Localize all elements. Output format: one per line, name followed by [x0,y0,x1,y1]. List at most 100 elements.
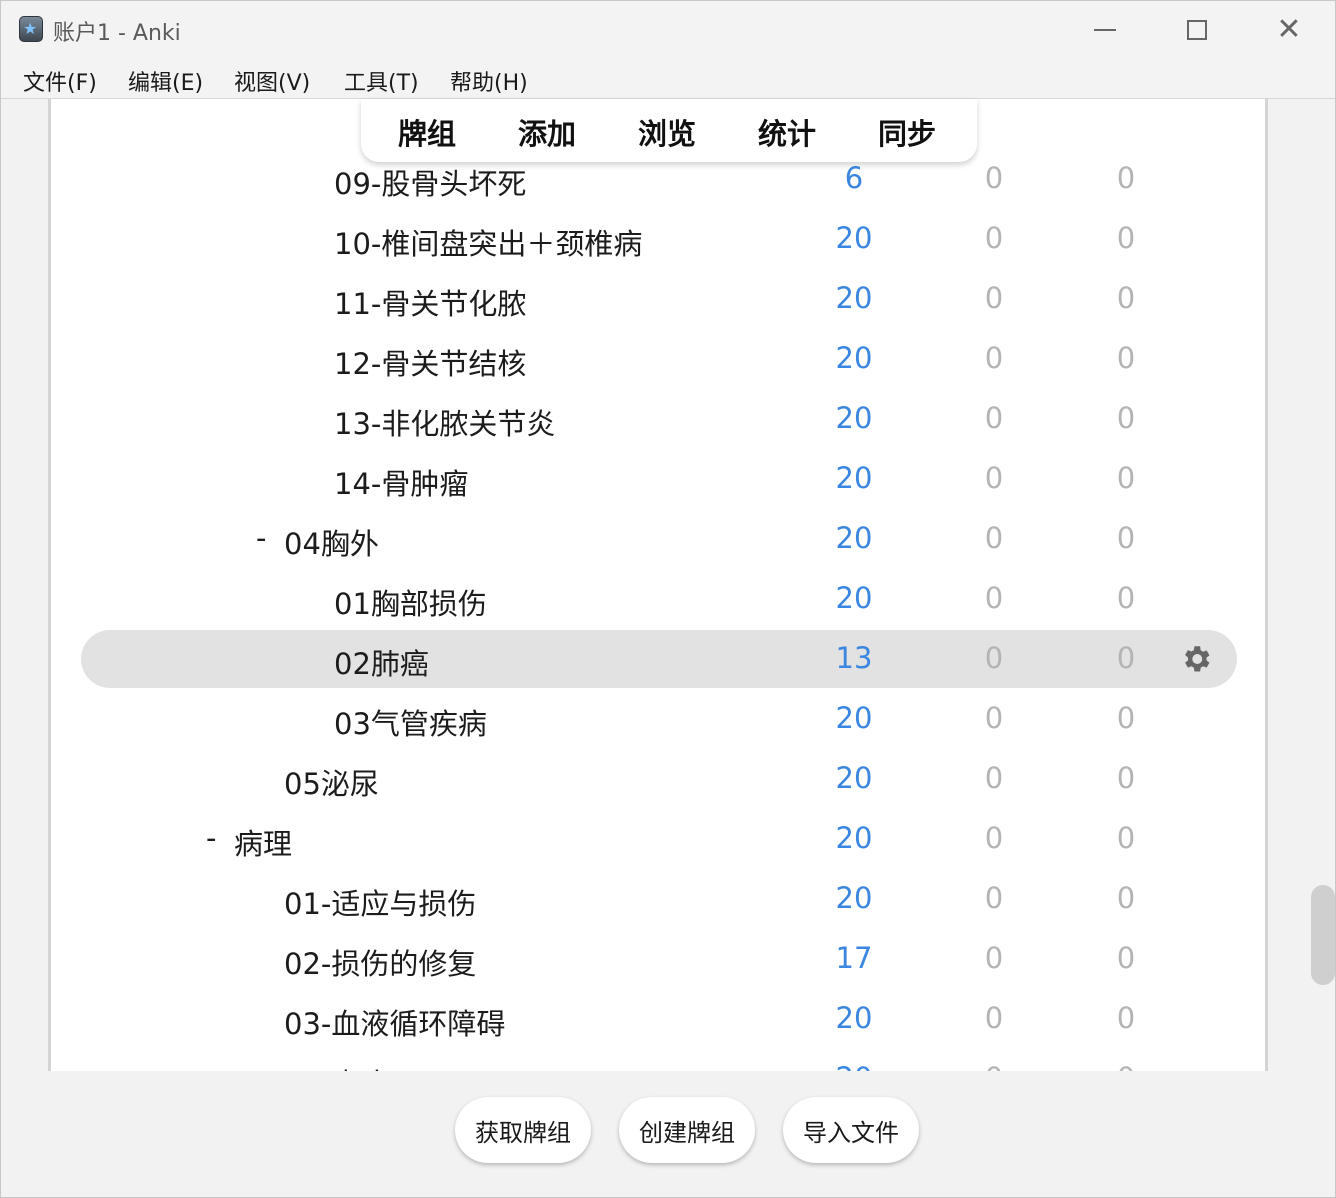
due-count: 0 [1116,341,1136,375]
new-count: 20 [835,401,873,435]
anki-app-icon: ★ [19,16,43,42]
scrollbar-thumb[interactable] [1311,885,1335,985]
toolbar-stats[interactable]: 统计 [758,111,816,153]
deck-name-link[interactable]: 02肺癌 [334,641,429,683]
new-count: 20 [835,521,873,555]
deck-row[interactable]: 04-炎症 20 0 0 [51,1049,1265,1071]
collapse-toggle[interactable]: - [206,821,216,855]
deck-row[interactable]: -04胸外 20 0 0 [51,509,1265,569]
minimize-icon [1094,29,1116,31]
new-count: 6 [844,161,864,195]
close-button[interactable]: ✕ [1243,1,1335,59]
menu-bar: 文件(F) 编辑(E) 视图(V) 工具(T) 帮助(H) [1,59,1335,99]
menu-help[interactable]: 帮助(H) [450,65,528,97]
bottom-bar: 获取牌组 创建牌组 导入文件 [1,1071,1335,1197]
new-count: 20 [835,341,873,375]
new-count: 20 [835,881,873,915]
learn-count: 0 [984,281,1004,315]
maximize-button[interactable] [1151,1,1243,59]
deck-name-link[interactable]: 01胸部损伤 [334,581,487,623]
due-count: 0 [1116,761,1136,795]
learn-count: 0 [984,581,1004,615]
current-deck-highlight [81,630,1237,688]
collapse-toggle[interactable]: - [256,521,266,555]
deck-row[interactable]: 14-骨肿瘤 20 0 0 [51,449,1265,509]
deck-name-link[interactable]: 13-非化脓关节炎 [334,401,555,443]
deck-row[interactable]: 02-损伤的修复 17 0 0 [51,929,1265,989]
new-count: 20 [835,701,873,735]
due-count: 0 [1116,941,1136,975]
due-count: 0 [1116,701,1136,735]
menu-view[interactable]: 视图(V) [234,65,310,97]
deck-name-link[interactable]: 10-椎间盘突出＋颈椎病 [334,221,642,263]
close-icon: ✕ [1276,12,1302,47]
window-title: 账户1 - Anki [53,21,181,46]
deck-name-link[interactable]: 05泌尿 [284,761,379,803]
deck-row[interactable]: 01-适应与损伤 20 0 0 [51,869,1265,929]
new-count: 20 [835,221,873,255]
gear-icon[interactable] [1179,642,1213,676]
due-count: 0 [1116,881,1136,915]
due-count: 0 [1116,281,1136,315]
deck-name-link[interactable]: 01-适应与损伤 [284,881,476,923]
deck-name-link[interactable]: 病理 [234,821,292,863]
deck-name-link[interactable]: 12-骨关节结核 [334,341,526,383]
learn-count: 0 [984,761,1004,795]
deck-name-link[interactable]: 04-炎症 [284,1061,389,1071]
create-deck-button[interactable]: 创建牌组 [619,1097,755,1163]
anki-window: ★ 账户1 - Anki ✕ 文件(F) 编辑(E) 视图(V) 工具(T) 帮… [0,0,1336,1198]
learn-count: 0 [984,821,1004,855]
deck-name-link[interactable]: 14-骨肿瘤 [334,461,468,503]
due-count: 0 [1116,461,1136,495]
learn-count: 0 [954,1061,1034,1071]
menu-tools[interactable]: 工具(T) [344,65,419,97]
new-count: 20 [835,581,873,615]
due-count: 0 [1116,221,1136,255]
deck-row[interactable]: 05泌尿 20 0 0 [51,749,1265,809]
due-count: 0 [1116,641,1136,675]
learn-count: 0 [984,701,1004,735]
learn-count: 0 [984,161,1004,195]
learn-count: 0 [984,341,1004,375]
title-bar[interactable]: ★ 账户1 - Anki ✕ [1,1,1335,59]
deck-name-link[interactable]: 03气管疾病 [334,701,487,743]
maximize-icon [1187,20,1207,40]
deck-row-current[interactable]: 02肺癌 13 0 0 [51,629,1265,689]
due-count: 0 [1116,1001,1136,1035]
menu-file[interactable]: 文件(F) [23,65,97,97]
due-count: 0 [1116,521,1136,555]
deck-name-link[interactable]: 03-血液循环障碍 [284,1001,505,1043]
deck-row[interactable]: 13-非化脓关节炎 20 0 0 [51,389,1265,449]
deck-row[interactable]: 03气管疾病 20 0 0 [51,689,1265,749]
toolbar-add[interactable]: 添加 [518,111,576,153]
due-count: 0 [1116,581,1136,615]
new-count: 20 [814,1061,894,1071]
due-count: 0 [1116,401,1136,435]
get-shared-button[interactable]: 获取牌组 [455,1097,591,1163]
deck-name-link[interactable]: 02-损伤的修复 [284,941,476,983]
deck-name-link[interactable]: 09-股骨头坏死 [334,161,526,203]
toolbar-decks[interactable]: 牌组 [398,111,456,153]
import-file-button[interactable]: 导入文件 [783,1097,919,1163]
deck-name-link[interactable]: 04胸外 [284,521,379,563]
deck-row[interactable]: 11-骨关节化脓 20 0 0 [51,269,1265,329]
deck-name-link[interactable]: 11-骨关节化脓 [334,281,526,323]
learn-count: 0 [984,221,1004,255]
deck-row[interactable]: 12-骨关节结核 20 0 0 [51,329,1265,389]
learn-count: 0 [984,401,1004,435]
due-count: 0 [1116,161,1136,195]
due-count: 0 [1116,821,1136,855]
due-count: 0 [1086,1061,1166,1071]
deck-row[interactable]: 10-椎间盘突出＋颈椎病 20 0 0 [51,209,1265,269]
deck-row[interactable]: 03-血液循环障碍 20 0 0 [51,989,1265,1049]
main-toolbar: 牌组 添加 浏览 统计 同步 [361,99,977,162]
menu-edit[interactable]: 编辑(E) [128,65,203,97]
toolbar-sync[interactable]: 同步 [878,111,936,153]
deck-row[interactable]: - 病理 20 0 0 [51,809,1265,869]
deck-row[interactable]: 01胸部损伤 20 0 0 [51,569,1265,629]
minimize-button[interactable] [1059,1,1151,59]
learn-count: 0 [984,641,1004,675]
learn-count: 0 [984,461,1004,495]
toolbar-browse[interactable]: 浏览 [638,111,696,153]
new-count: 20 [835,821,873,855]
